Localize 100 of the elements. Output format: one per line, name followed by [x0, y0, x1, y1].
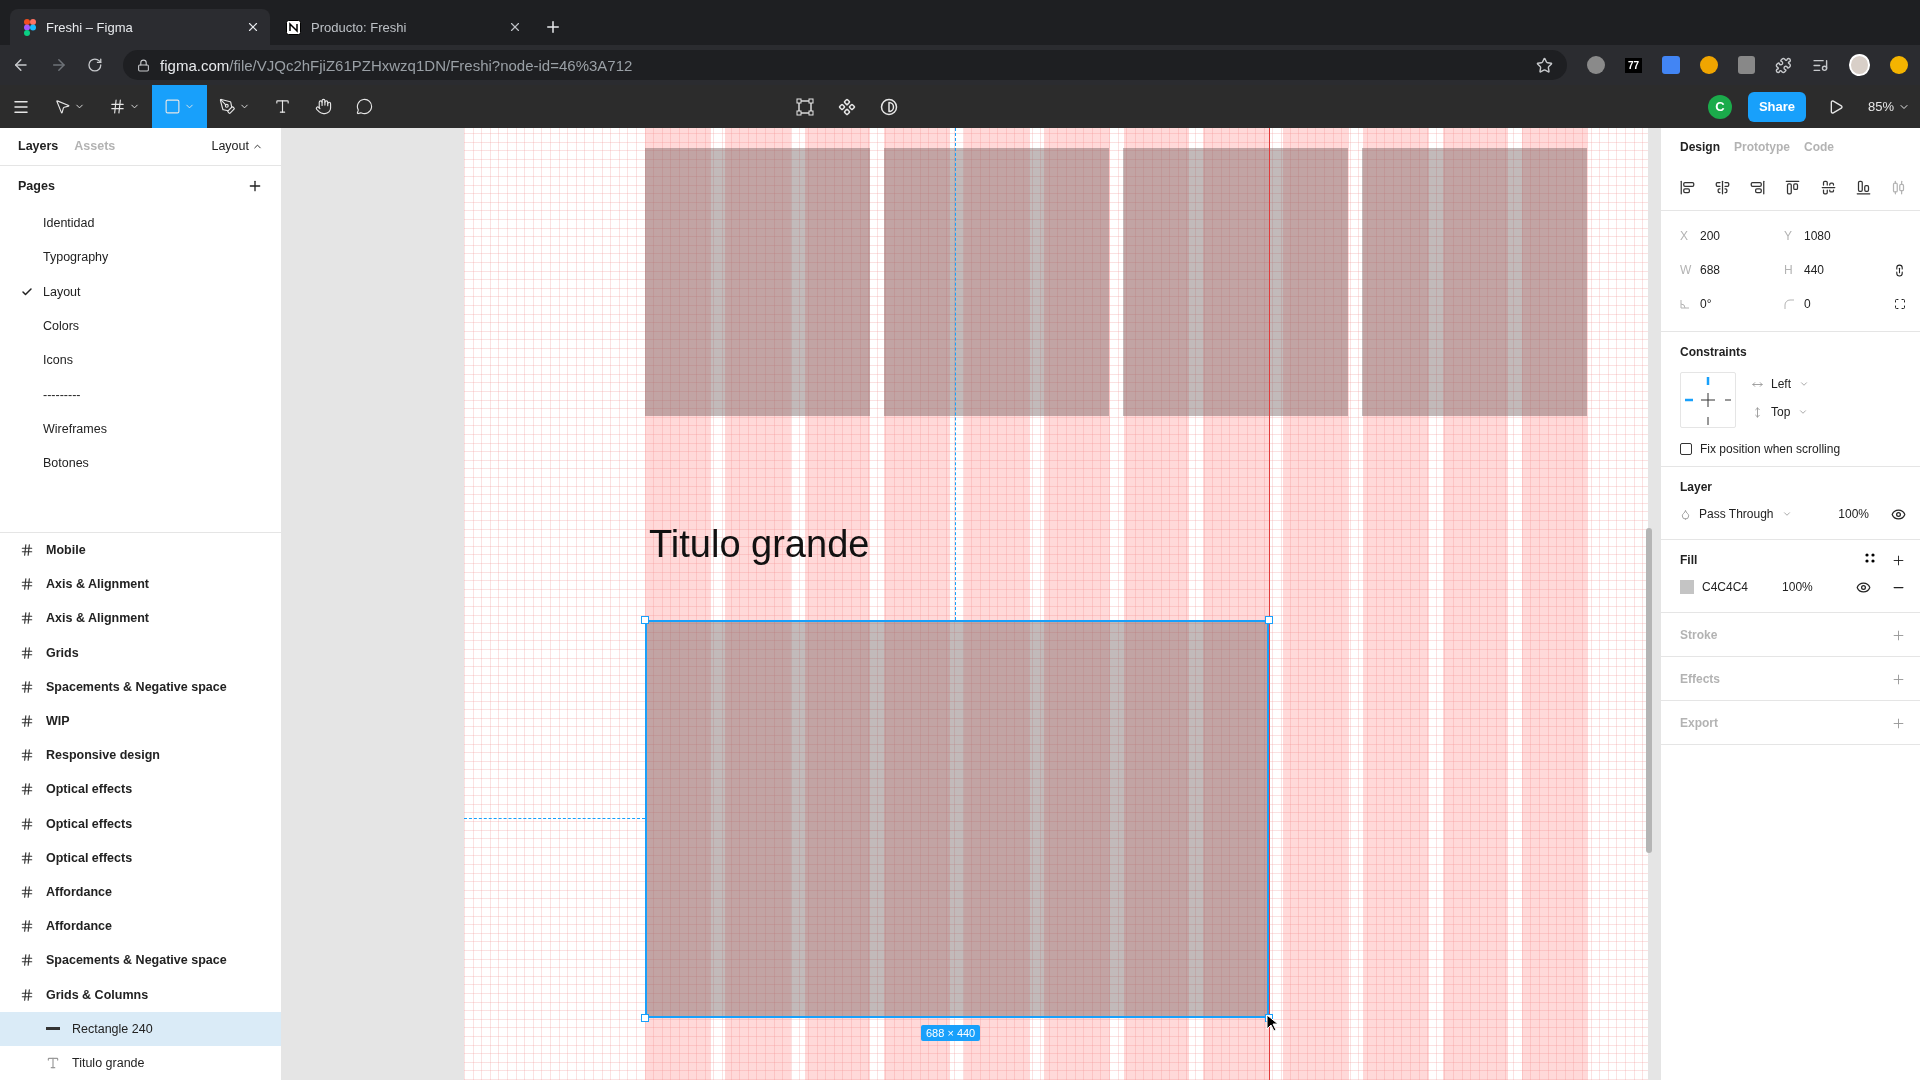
close-icon[interactable]	[246, 20, 260, 34]
layer-item[interactable]: Titulo grande	[0, 1045, 281, 1080]
layer-item[interactable]: Responsive design	[0, 738, 281, 773]
number-field[interactable]: H 440	[1784, 259, 1888, 281]
align-center-icon[interactable]	[1715, 179, 1731, 195]
angle-icon	[1680, 299, 1690, 309]
page-item[interactable]: Colors	[0, 308, 281, 344]
number-field[interactable]: 0	[1784, 293, 1888, 315]
layer-item[interactable]: Optical effects	[0, 772, 281, 807]
layer-item[interactable]: Affordance	[0, 874, 281, 910]
resize-handle[interactable]	[641, 1014, 649, 1022]
horizontal-constraint-select[interactable]: Left	[1752, 376, 1809, 392]
page-menu[interactable]: Layout	[211, 139, 263, 154]
text-icon	[274, 98, 291, 115]
styles-icon[interactable]	[1865, 552, 1875, 563]
resize-handle[interactable]	[641, 616, 649, 624]
comment-icon	[356, 98, 373, 115]
blend-mode-select[interactable]: Pass Through	[1699, 506, 1792, 522]
page-item[interactable]: Typography	[0, 240, 281, 275]
layer-item[interactable]: Grids & Columns	[0, 977, 281, 1012]
contrast-icon	[880, 97, 898, 116]
hash-icon	[20, 577, 34, 592]
align-top-icon[interactable]	[1785, 179, 1801, 195]
layer-item[interactable]: Spacements & Negative space	[0, 943, 281, 978]
align-right-icon[interactable]	[1750, 179, 1766, 195]
checkbox[interactable]	[1680, 443, 1692, 455]
puzzle-icon[interactable]	[1775, 56, 1792, 74]
number-field[interactable]: W 688	[1680, 259, 1784, 281]
link-icon[interactable]	[1893, 263, 1906, 277]
number-field[interactable]: 0°	[1680, 293, 1784, 315]
resize-handle[interactable]	[1265, 616, 1273, 624]
text-icon	[46, 1055, 60, 1070]
extension-icon[interactable]	[1699, 56, 1718, 74]
section-title: Effects	[1680, 672, 1720, 686]
vertical-arrows-icon	[1752, 406, 1763, 418]
page-item[interactable]: Icons	[0, 343, 281, 378]
layer-item[interactable]: Rectangle 240	[0, 1011, 281, 1046]
profile-avatar[interactable]	[1848, 54, 1871, 76]
panel-tab[interactable]: Design	[1680, 140, 1720, 154]
align-bottom-icon[interactable]	[1855, 179, 1871, 195]
back-icon[interactable]	[12, 56, 30, 74]
align-left-icon[interactable]	[1680, 179, 1695, 195]
checkbox-label: Fix position when scrolling	[1700, 442, 1841, 456]
zoom-menu[interactable]: 85%	[1867, 99, 1910, 114]
page-item[interactable]: Identidad	[0, 205, 281, 241]
align-middle-icon[interactable]	[1820, 179, 1836, 195]
corners-icon[interactable]	[1894, 298, 1906, 310]
eye-icon[interactable]	[1891, 506, 1906, 522]
hash-icon	[20, 611, 34, 626]
canvas-title: Titulo grande	[649, 523, 870, 566]
hash-icon	[20, 919, 34, 934]
extension-badge[interactable]: 77	[1625, 57, 1643, 73]
color-swatch[interactable]	[1680, 580, 1694, 594]
number-field[interactable]: X 200	[1680, 225, 1784, 247]
new-tab-icon[interactable]	[544, 18, 562, 36]
scrollbar[interactable]	[1646, 528, 1652, 853]
extension-icon[interactable]	[1890, 56, 1908, 74]
layer-item[interactable]: Optical effects	[0, 806, 281, 841]
section-title: Fill	[1680, 553, 1698, 567]
extension-icon[interactable]	[1587, 56, 1606, 74]
bookmark-star-icon[interactable]	[1536, 56, 1554, 74]
layer-item[interactable]: Mobile	[0, 532, 281, 568]
check-icon	[21, 285, 33, 298]
section-title: Layer	[1680, 479, 1714, 496]
hash-icon	[20, 953, 34, 968]
page-item[interactable]: Wireframes	[0, 411, 281, 446]
reload-icon[interactable]	[87, 57, 104, 73]
layer-item[interactable]: WIP	[0, 703, 281, 739]
panel-tab[interactable]: Layers	[18, 139, 59, 154]
hash-icon	[20, 850, 34, 865]
page-item[interactable]: Layout	[0, 274, 281, 309]
layer-item[interactable]: Grids	[0, 635, 281, 670]
address-bar[interactable]: figma.com/file/VJQc2hFjiZ61PZHxwzq1DN/Freshi?node-id=46%3A712	[123, 50, 1568, 80]
page-item[interactable]: ---------	[0, 377, 281, 412]
hash-icon	[109, 98, 126, 115]
browser-tab[interactable]: Producto: Freshi	[272, 9, 532, 45]
layer-item[interactable]: Affordance	[0, 909, 281, 944]
layer-item[interactable]: Optical effects	[0, 840, 281, 875]
number-field[interactable]: Y 1080	[1784, 225, 1888, 247]
caret-icon	[1781, 509, 1792, 519]
extension-icon[interactable]	[1737, 56, 1756, 74]
section-title: Stroke	[1680, 628, 1718, 642]
layer-item[interactable]: Axis & Alignment	[0, 567, 281, 602]
layer-item[interactable]: Axis & Alignment	[0, 601, 281, 636]
layer-item[interactable]: Spacements & Negative space	[0, 669, 281, 704]
section-title: Pages	[18, 178, 55, 193]
add-icon[interactable]	[1891, 552, 1906, 568]
droplet-icon	[1680, 508, 1691, 520]
constraint-widget[interactable]	[1680, 372, 1736, 428]
hash-icon	[20, 542, 34, 557]
page-item[interactable]: Botones	[0, 445, 281, 481]
opacity-value: 100%	[1838, 507, 1869, 521]
close-icon[interactable]	[508, 20, 522, 34]
browser-tab[interactable]: Freshi – Figma	[10, 9, 270, 45]
section-title: Constraints	[1680, 344, 1748, 361]
frame-corners-icon	[796, 97, 814, 116]
vertical-constraint-select[interactable]: Top	[1752, 404, 1809, 420]
hand-icon	[315, 98, 332, 115]
figma-logo-icon	[24, 18, 36, 36]
eye-icon[interactable]	[1856, 579, 1871, 595]
